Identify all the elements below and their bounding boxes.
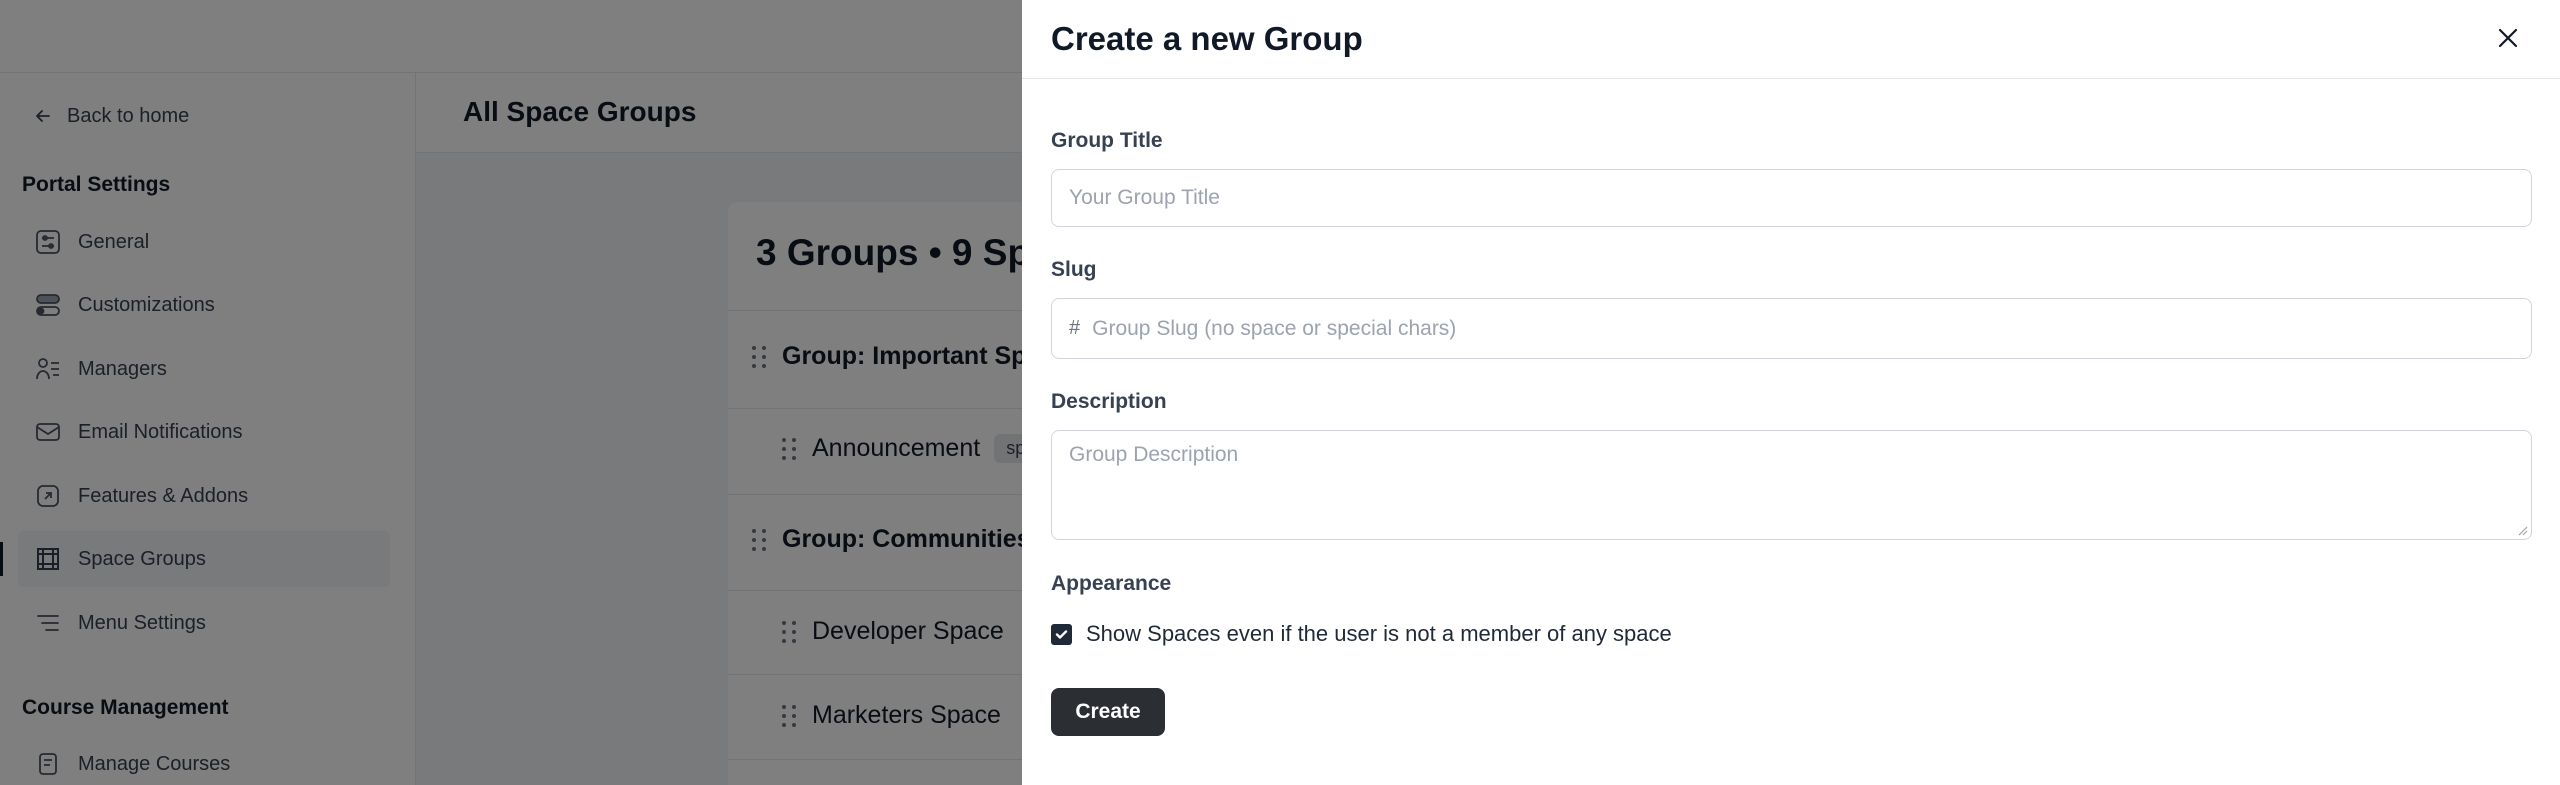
close-icon — [2498, 28, 2518, 48]
description-field-wrapper — [1051, 430, 2532, 540]
appearance-label: Appearance — [1051, 572, 1172, 595]
group-title-label: Group Title — [1051, 129, 1163, 152]
group-title-input[interactable] — [1052, 170, 2531, 226]
create-button[interactable]: Create — [1051, 688, 1165, 736]
slug-prefix: # — [1069, 317, 1081, 339]
resize-handle-icon[interactable] — [2516, 524, 2528, 536]
slug-input[interactable] — [1080, 299, 2531, 358]
description-textarea[interactable] — [1052, 431, 2531, 539]
group-title-field-wrapper — [1051, 169, 2532, 227]
description-label: Description — [1051, 390, 1167, 413]
slug-field-wrapper: # — [1051, 298, 2532, 359]
show-spaces-label: Show Spaces even if the user is not a me… — [1086, 621, 1672, 646]
drawer-title: Create a new Group — [1051, 20, 1363, 57]
show-spaces-option[interactable]: Show Spaces even if the user is not a me… — [1051, 621, 1672, 647]
create-group-drawer: Create a new Group Group Title Slug # De… — [1022, 0, 2560, 785]
checkmark-icon — [1055, 629, 1068, 639]
show-spaces-checkbox[interactable] — [1051, 623, 1072, 645]
drawer-header: Create a new Group — [1022, 0, 2560, 79]
slug-label: Slug — [1051, 258, 1097, 281]
close-button[interactable] — [2490, 20, 2526, 56]
